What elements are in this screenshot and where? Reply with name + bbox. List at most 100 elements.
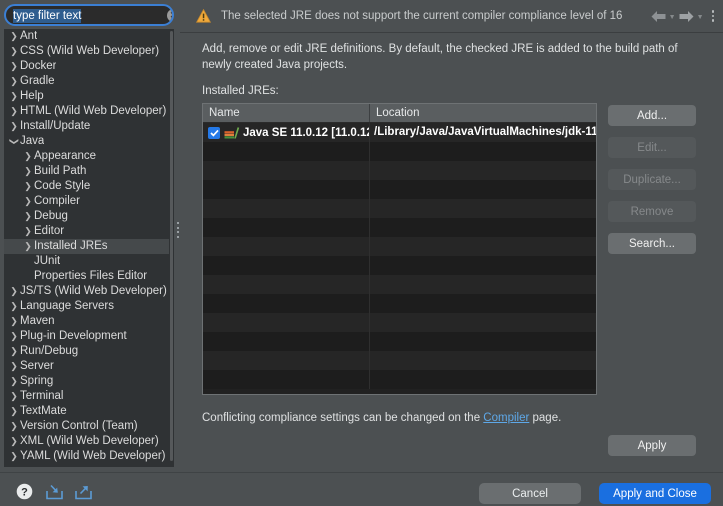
sidebar-item-appearance[interactable]: ❯ Appearance <box>4 149 174 164</box>
chevron-right-icon[interactable]: ❯ <box>8 89 20 104</box>
add-button[interactable]: Add... <box>608 105 696 126</box>
sidebar-item-js-ts-wild-web-developer[interactable]: ❯ JS/TS (Wild Web Developer) <box>4 284 174 299</box>
empty-location-cell <box>370 370 596 389</box>
tree-scrollbar-thumb[interactable] <box>170 31 173 461</box>
column-header-location[interactable]: Location <box>370 104 596 122</box>
table-row-empty <box>203 180 596 199</box>
empty-name-cell <box>203 161 370 180</box>
chevron-right-icon[interactable]: ❯ <box>8 44 20 59</box>
table-row-empty <box>203 256 596 275</box>
sidebar-item-properties-files-editor[interactable]: Properties Files Editor <box>4 269 174 284</box>
forward-button[interactable]: ▼ <box>678 10 704 23</box>
chevron-right-icon[interactable]: ❯ <box>22 209 34 224</box>
jre-location-cell: /Library/Java/JavaVirtualMachines/jdk-11… <box>374 126 596 138</box>
chevron-right-icon[interactable]: ❯ <box>8 74 20 89</box>
table-row-empty <box>203 332 596 351</box>
sidebar-item-textmate[interactable]: ❯ TextMate <box>4 404 174 419</box>
apply-button[interactable]: Apply <box>608 435 696 456</box>
tree-scrollbar[interactable] <box>169 29 174 467</box>
sidebar-item-install-update[interactable]: ❯ Install/Update <box>4 119 174 134</box>
preferences-content: The selected JRE does not support the cu… <box>180 0 723 472</box>
jre-table[interactable]: Name Location Java SE 11.0.12 [11.0.12/L… <box>202 103 597 395</box>
chevron-right-icon[interactable]: ❯ <box>22 179 34 194</box>
chevron-right-icon[interactable]: ❯ <box>8 359 20 374</box>
sidebar-item-label: HTML (Wild Web Developer) <box>20 105 167 117</box>
cancel-button[interactable]: Cancel <box>479 483 581 504</box>
sidebar-item-xml-wild-web-developer[interactable]: ❯ XML (Wild Web Developer) <box>4 434 174 449</box>
vertical-ellipsis-icon[interactable] <box>711 10 714 22</box>
sidebar-item-spring[interactable]: ❯ Spring <box>4 374 174 389</box>
remove-button: Remove <box>608 201 696 222</box>
sidebar-item-label: TextMate <box>20 405 67 417</box>
sidebar-item-run-debug[interactable]: ❯ Run/Debug <box>4 344 174 359</box>
sidebar-item-help[interactable]: ❯ Help <box>4 89 174 104</box>
sidebar-item-css-wild-web-developer[interactable]: ❯ CSS (Wild Web Developer) <box>4 44 174 59</box>
search-input[interactable] <box>6 6 167 24</box>
sidebar-item-terminal[interactable]: ❯ Terminal <box>4 389 174 404</box>
sidebar-item-compiler[interactable]: ❯ Compiler <box>4 194 174 209</box>
preferences-tree[interactable]: ❯ Ant ❯ CSS (Wild Web Developer) ❯ Docker ❯ Gra… <box>4 29 174 467</box>
chevron-right-icon[interactable]: ❯ <box>22 164 34 179</box>
help-question-icon[interactable]: ? <box>16 483 33 503</box>
chevron-right-icon[interactable]: ❯ <box>8 449 20 464</box>
jre-name-cell: Java SE 11.0.12 [11.0.12 <box>203 123 370 142</box>
sidebar-item-build-path[interactable]: ❯ Build Path <box>4 164 174 179</box>
jre-checkbox[interactable] <box>208 126 220 139</box>
clear-icon[interactable]: ✕ <box>167 8 172 22</box>
sidebar-item-ant[interactable]: ❯ Ant <box>4 29 174 44</box>
filter-field-wrapper[interactable]: type filter text ✕ <box>4 4 174 26</box>
sidebar-item-editor[interactable]: ❯ Editor <box>4 224 174 239</box>
sidebar-item-yaml-wild-web-developer[interactable]: ❯ YAML (Wild Web Developer) <box>4 449 174 464</box>
sidebar-item-html-wild-web-developer[interactable]: ❯ HTML (Wild Web Developer) <box>4 104 174 119</box>
chevron-right-icon[interactable]: ❯ <box>8 119 20 134</box>
search-button[interactable]: Search... <box>608 233 696 254</box>
column-header-name[interactable]: Name <box>203 104 370 122</box>
chevron-right-icon[interactable]: ❯ <box>22 239 34 254</box>
chevron-right-icon[interactable]: ❯ <box>8 344 20 359</box>
sidebar-item-label: Server <box>20 360 54 372</box>
chevron-right-icon[interactable]: ❯ <box>8 329 20 344</box>
chevron-right-icon[interactable]: ❯ <box>8 374 20 389</box>
sidebar-item-label: Maven <box>20 315 55 327</box>
import-icon[interactable] <box>45 484 64 504</box>
sidebar-item-maven[interactable]: ❯ Maven <box>4 314 174 329</box>
chevron-right-icon[interactable]: ❯ <box>8 59 20 74</box>
sidebar-item-gradle[interactable]: ❯ Gradle <box>4 74 174 89</box>
chevron-right-icon[interactable]: ❯ <box>8 419 20 434</box>
empty-name-cell <box>203 313 370 332</box>
sidebar-item-label: Plug-in Development <box>20 330 127 342</box>
chevron-right-icon[interactable]: ❯ <box>8 284 20 299</box>
sidebar-item-code-style[interactable]: ❯ Code Style <box>4 179 174 194</box>
chevron-right-icon[interactable]: ❯ <box>8 389 20 404</box>
chevron-right-icon[interactable]: ❯ <box>22 224 34 239</box>
sidebar-item-label: Ant <box>20 30 38 42</box>
sidebar-item-junit[interactable]: JUnit <box>4 254 174 269</box>
sidebar-item-debug[interactable]: ❯ Debug <box>4 209 174 224</box>
sidebar-item-label: Language Servers <box>20 300 114 312</box>
chevron-right-icon[interactable]: ❯ <box>8 434 20 449</box>
compiler-link[interactable]: Compiler <box>483 412 529 424</box>
chevron-right-icon[interactable]: ❯ <box>8 314 20 329</box>
chevron-right-icon[interactable]: ❯ <box>8 29 20 44</box>
sidebar-item-label: Appearance <box>34 150 97 162</box>
export-icon[interactable] <box>74 484 93 504</box>
table-row-empty <box>203 218 596 237</box>
apply-and-close-button[interactable]: Apply and Close <box>599 483 711 504</box>
chevron-right-icon[interactable]: ❯ <box>8 299 20 314</box>
sidebar-item-version-control-team[interactable]: ❯ Version Control (Team) <box>4 419 174 434</box>
chevron-right-icon[interactable]: ❯ <box>8 404 20 419</box>
chevron-right-icon[interactable]: ❯ <box>8 104 20 119</box>
sidebar-item-language-servers[interactable]: ❯ Language Servers <box>4 299 174 314</box>
sidebar-item-docker[interactable]: ❯ Docker <box>4 59 174 74</box>
chevron-down-icon[interactable]: ❯ <box>7 136 22 148</box>
sidebar-item-installed-jres[interactable]: ❯ Installed JREs <box>4 239 174 254</box>
back-button[interactable]: ▼ <box>650 10 676 23</box>
sidebar-item-java[interactable]: ❯ Java <box>4 134 174 149</box>
table-row[interactable]: Java SE 11.0.12 [11.0.12/Library/Java/Ja… <box>203 123 596 142</box>
sidebar-item-plug-in-development[interactable]: ❯ Plug-in Development <box>4 329 174 344</box>
sidebar-item-server[interactable]: ❯ Server <box>4 359 174 374</box>
warning-triangle-icon <box>196 9 211 23</box>
chevron-right-icon[interactable]: ❯ <box>22 149 34 164</box>
chevron-right-icon[interactable]: ❯ <box>22 194 34 209</box>
sidebar-item-label: Java <box>20 135 45 147</box>
